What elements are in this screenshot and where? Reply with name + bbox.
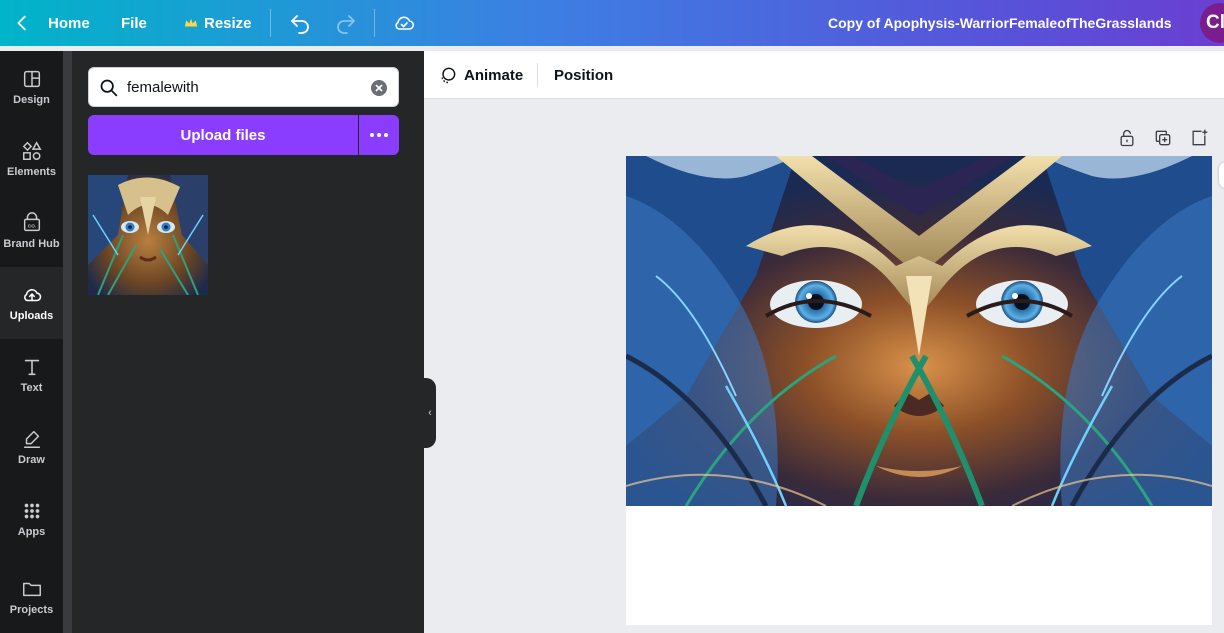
resize-button[interactable]: Resize bbox=[184, 0, 252, 46]
grid-icon bbox=[24, 503, 39, 519]
search-input[interactable] bbox=[127, 76, 357, 98]
add-page-icon[interactable] bbox=[1189, 128, 1209, 148]
toolbar-divider bbox=[537, 63, 538, 87]
thumbnail-image bbox=[88, 175, 208, 295]
search-box bbox=[88, 67, 399, 107]
cloud-upload-icon bbox=[23, 289, 41, 302]
rail-label: Text bbox=[20, 382, 43, 394]
cloud-saved-icon[interactable] bbox=[392, 11, 416, 35]
rail-item-brand-hub[interactable]: CO. Brand Hub bbox=[0, 195, 63, 267]
avatar[interactable]: Cl bbox=[1200, 3, 1224, 43]
rail-item-projects[interactable]: Projects bbox=[0, 561, 63, 633]
crown-icon bbox=[184, 18, 198, 27]
document-title[interactable]: Copy of Apophysis-WarriorFemaleofTheGras… bbox=[828, 0, 1172, 46]
animate-button[interactable]: Animate bbox=[438, 51, 523, 99]
animate-label: Animate bbox=[464, 66, 524, 84]
pen-icon bbox=[23, 430, 40, 448]
rail-item-design[interactable]: Design bbox=[0, 51, 63, 123]
design-page[interactable] bbox=[626, 156, 1212, 625]
text-icon bbox=[24, 359, 39, 376]
upload-more-options-button[interactable] bbox=[359, 115, 399, 155]
uploads-panel: Upload files bbox=[72, 51, 424, 633]
file-menu-button[interactable]: File bbox=[121, 0, 147, 46]
more-icon-dot bbox=[384, 133, 388, 137]
collapse-panel-button[interactable]: ‹ bbox=[424, 378, 436, 448]
file-label: File bbox=[121, 14, 147, 32]
upload-files-button[interactable]: Upload files bbox=[88, 115, 358, 155]
brand-icon: CO. bbox=[23, 212, 40, 232]
rail-item-uploads[interactable]: Uploads bbox=[0, 267, 63, 339]
canvas-image[interactable] bbox=[626, 156, 1212, 506]
lock-icon[interactable] bbox=[1117, 128, 1137, 148]
rail-label: Elements bbox=[7, 166, 56, 178]
chevron-left-icon bbox=[17, 15, 26, 31]
more-icon bbox=[370, 133, 374, 137]
home-label: Home bbox=[48, 14, 90, 32]
rail-label: Design bbox=[13, 94, 50, 106]
context-toolbar: Animate Position bbox=[424, 51, 1224, 99]
shapes-icon bbox=[22, 141, 42, 160]
rail-label: Apps bbox=[17, 526, 46, 538]
rail-item-apps[interactable]: Apps bbox=[0, 483, 63, 555]
position-button[interactable]: Position bbox=[554, 51, 613, 99]
undo-icon[interactable] bbox=[288, 11, 312, 35]
toolbar-divider bbox=[374, 9, 375, 37]
warrior-face-artwork bbox=[626, 156, 1212, 506]
redo-icon[interactable] bbox=[334, 11, 358, 35]
rail-item-draw[interactable]: Draw bbox=[0, 411, 63, 483]
search-icon bbox=[100, 79, 118, 97]
resize-label: Resize bbox=[204, 14, 252, 32]
folder-icon bbox=[22, 582, 41, 597]
rail-item-elements[interactable]: Elements bbox=[0, 123, 63, 195]
rail-label: Projects bbox=[9, 604, 54, 616]
top-bar: Home File Resize Copy of Apophysis-Warri… bbox=[0, 0, 1224, 46]
rail-label: Draw bbox=[18, 454, 45, 466]
side-rail: Design Elements CO. Brand Hub Uploads Te… bbox=[0, 51, 63, 633]
rail-label: Brand Hub bbox=[3, 238, 60, 250]
more-icon-dot bbox=[377, 133, 381, 137]
upload-thumbnail[interactable] bbox=[88, 175, 208, 295]
home-button[interactable]: Home bbox=[12, 0, 90, 46]
page-scroll-handle[interactable] bbox=[1219, 162, 1224, 188]
animate-icon bbox=[441, 67, 456, 84]
duplicate-page-icon[interactable] bbox=[1153, 128, 1173, 148]
toolbar-divider bbox=[270, 9, 271, 37]
rail-label: Uploads bbox=[9, 310, 54, 322]
layout-icon bbox=[23, 70, 40, 88]
rail-scrollbar[interactable] bbox=[63, 51, 72, 633]
svg-text:CO.: CO. bbox=[27, 224, 35, 229]
clear-search-icon[interactable] bbox=[371, 80, 387, 96]
rail-item-text[interactable]: Text bbox=[0, 339, 63, 411]
